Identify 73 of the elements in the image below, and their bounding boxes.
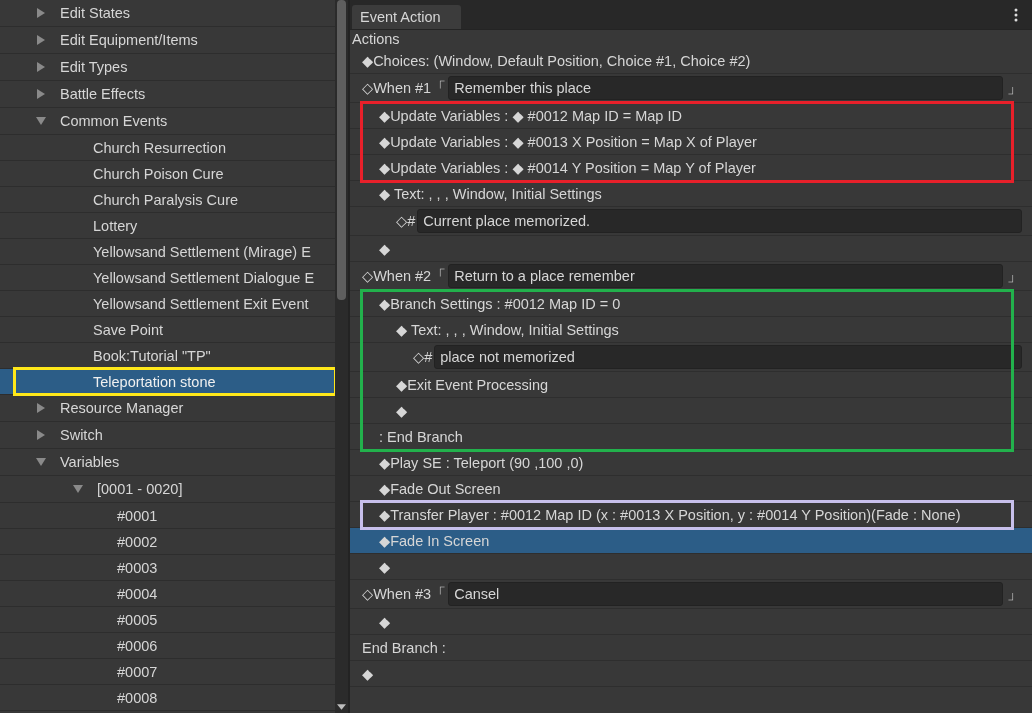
tree-item[interactable]: Yellowsand Settlement (Mirage) E [0,239,335,265]
tree-item[interactable]: Church Paralysis Cure [0,187,335,213]
action-command[interactable]: ◆Play SE : Teleport (90 ,100 ,0) [379,454,584,471]
action-command[interactable]: ◆Update Variables : ◆ #0013 X Position = Map X of Player [379,133,757,150]
tree-item[interactable]: Save Point [0,317,335,343]
expand-arrow-icon[interactable] [36,403,46,413]
bracket-label: 」 [1007,584,1022,604]
tree-item[interactable]: #0006 [0,633,335,659]
tree-item[interactable]: Switch [0,422,335,449]
action-label: ◇When #1「 [362,78,447,98]
action-command[interactable]: End Branch : [362,639,446,656]
action-command[interactable]: ◆ [362,665,374,682]
tree-item[interactable]: Edit Types [0,54,335,81]
text-field[interactable]: Current place memorized. [417,209,1022,233]
expand-arrow-icon[interactable] [36,62,46,72]
tree-item[interactable]: #0007 [0,659,335,685]
action-command[interactable]: ◆Update Variables : ◆ #0012 Map ID = Map ID [379,107,682,124]
tree-item[interactable]: Battle Effects [0,81,335,108]
tree-item[interactable]: Resource Manager [0,395,335,422]
action-command[interactable]: ◆ [379,613,391,630]
scrollbar[interactable] [335,0,348,713]
expand-arrow-icon[interactable] [36,430,46,440]
tree-item[interactable]: Edit Equipment/Items [0,27,335,54]
action-command[interactable]: ◆Fade In Screen [379,532,490,549]
tree-item[interactable]: Yellowsand Settlement Dialogue E [0,265,335,291]
action-command[interactable]: ◆ [379,240,391,257]
tree-item[interactable]: #0005 [0,607,335,633]
expand-arrow-icon[interactable] [36,35,46,45]
tree-item[interactable]: Yellowsand Settlement Exit Event [0,291,335,317]
tree-item[interactable]: #0004 [0,581,335,607]
tree-item[interactable]: #0001 [0,503,335,529]
action-command[interactable]: ◆ Text: , , , Window, Initial Settings [396,321,619,338]
tree-item[interactable]: Church Poison Cure [0,161,335,187]
panel-tab[interactable]: Event Action [352,5,461,29]
scrollbar-thumb[interactable] [337,0,346,300]
expand-arrow-icon[interactable] [36,8,46,18]
action-label: ◇# [396,213,416,229]
tree-item[interactable]: Teleportation stone [0,369,335,395]
action-command[interactable]: ◆ [396,402,408,419]
text-field[interactable]: Return to a place remember [448,264,1003,288]
tree-item[interactable]: Variables [0,449,335,476]
action-command[interactable]: : End Branch [379,428,463,445]
action-command[interactable]: ◆ Text: , , , Window, Initial Settings [379,185,602,202]
text-field[interactable]: Remember this place [448,76,1003,100]
action-command[interactable]: ◆ [379,558,391,575]
action-command[interactable]: ◆Branch Settings : #0012 Map ID = 0 [379,295,621,312]
bracket-label: 」 [1007,266,1022,286]
bracket-label: 」 [1007,78,1022,98]
text-field[interactable]: Cansel [448,582,1003,606]
action-label: ◇When #2「 [362,266,447,286]
collapse-arrow-icon[interactable] [73,484,83,494]
tree-item[interactable]: Edit States [0,0,335,27]
tree-item[interactable]: Lottery [0,213,335,239]
tree-item[interactable]: #0003 [0,555,335,581]
action-command[interactable]: ◆Transfer Player : #0012 Map ID (x : #0013 X Position, y : #0014 Y Position)(Fade : None) [379,506,961,523]
tree-item[interactable]: [0001 - 0020] [0,476,335,503]
action-label: ◇# [413,349,433,365]
scroll-down-icon[interactable] [337,704,346,710]
action-label: ◇When #3「 [362,584,447,604]
action-command[interactable]: ◆Exit Event Processing [396,376,549,393]
action-command[interactable]: ◆Fade Out Screen [379,480,501,497]
action-command[interactable]: ◆Choices: (Window, Default Position, Choice #1, Choice #2) [362,52,751,69]
text-field[interactable]: place not memorized [434,345,1022,369]
collapse-arrow-icon[interactable] [36,457,46,467]
action-command[interactable]: ◆Update Variables : ◆ #0014 Y Position = Map Y of Player [379,159,756,176]
section-label: Actions [351,30,401,48]
collapse-arrow-icon[interactable] [36,116,46,126]
tree-item[interactable]: #0002 [0,529,335,555]
tree-item[interactable]: Common Events [0,108,335,135]
more-menu-icon[interactable] [1014,7,1018,22]
tree-item[interactable]: #0008 [0,685,335,711]
expand-arrow-icon[interactable] [36,89,46,99]
tree-item[interactable]: Church Resurrection [0,135,335,161]
